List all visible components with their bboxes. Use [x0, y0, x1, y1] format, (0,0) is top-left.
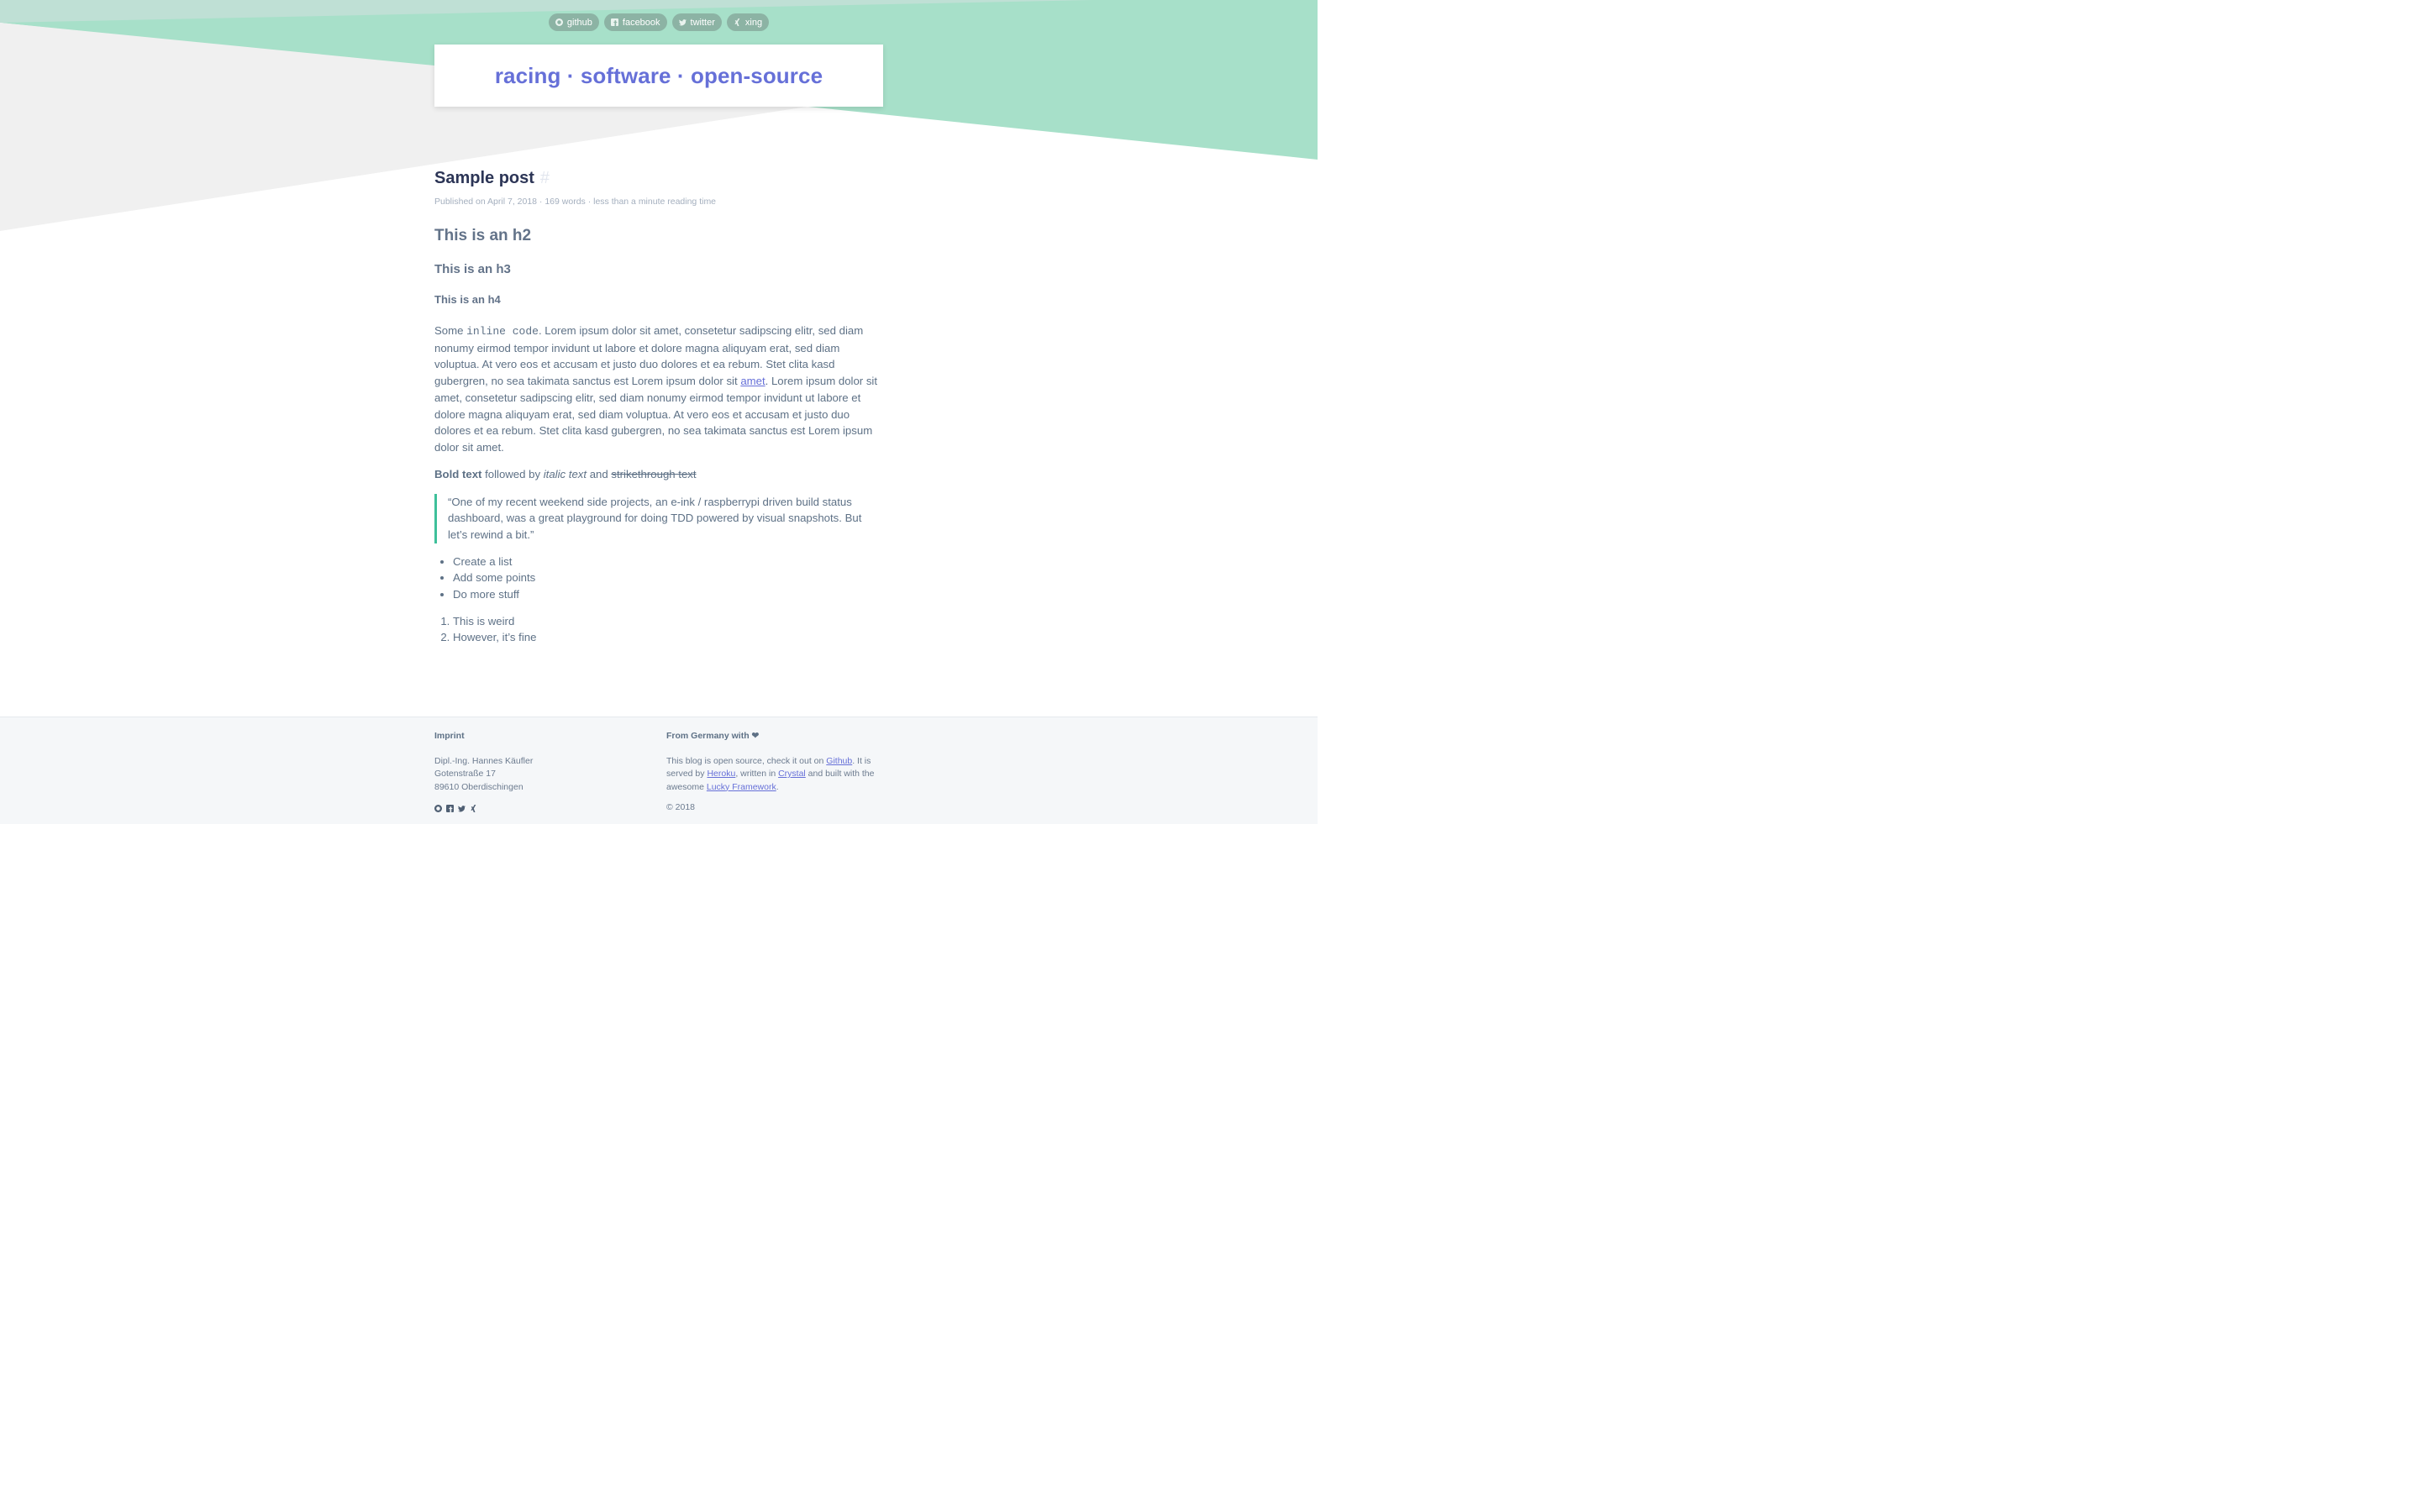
- twitter-icon[interactable]: [458, 805, 466, 812]
- social-link-github[interactable]: github: [548, 13, 599, 31]
- heading-h4: This is an h4: [434, 293, 501, 306]
- social-link-label: twitter: [690, 17, 715, 28]
- address: Dipl.-Ing. Hannes Käufler Gotenstraße 17…: [434, 755, 644, 794]
- site-title[interactable]: racing · software · open-source: [495, 63, 823, 89]
- post-meta: Published on April 7, 2018 · 169 words ·…: [434, 197, 717, 207]
- copyright: © 2018: [666, 801, 696, 812]
- lucky-framework-link[interactable]: Lucky Framework: [707, 782, 776, 792]
- list-item: Create a list: [453, 554, 883, 570]
- heading-h2: This is an h2: [434, 227, 532, 244]
- social-nav: github facebook twitter xing: [0, 13, 1318, 31]
- followed-by-text: followed by: [481, 467, 544, 480]
- post-title-text: Sample post: [434, 169, 534, 187]
- facebook-icon[interactable]: [446, 804, 454, 812]
- list-item: However, it’s fine: [453, 629, 883, 646]
- xing-icon: [734, 18, 740, 26]
- footer-social-icons: [434, 804, 644, 812]
- site-footer: Imprint Dipl.-Ing. Hannes Käufler Gotens…: [0, 717, 1318, 824]
- about-heading: From Germany with ❤: [666, 731, 760, 741]
- blurb-text: , written in: [735, 769, 779, 780]
- numbered-list: This is weird However, it’s fine: [434, 613, 883, 646]
- crystal-link[interactable]: Crystal: [778, 769, 806, 779]
- about-blurb: This blog is open source, check it out o…: [666, 755, 883, 794]
- address-line: Gotenstraße 17: [434, 769, 496, 780]
- github-icon: [555, 18, 563, 26]
- github-icon[interactable]: [434, 804, 442, 812]
- social-link-facebook[interactable]: facebook: [603, 13, 667, 31]
- address-line: 89610 Oberdischingen: [434, 781, 523, 792]
- xing-icon[interactable]: [470, 804, 477, 812]
- social-link-twitter[interactable]: twitter: [671, 13, 722, 31]
- social-link-xing[interactable]: xing: [726, 13, 770, 31]
- post-content: Sample post # Published on April 7, 2018…: [434, 168, 883, 646]
- blockquote: “One of my recent weekend side projects,…: [434, 493, 883, 543]
- post-title: Sample post #: [434, 168, 883, 189]
- site-header: racing · software · open-source: [434, 45, 883, 107]
- blurb-text: .: [776, 781, 779, 792]
- amet-link[interactable]: amet: [740, 375, 765, 387]
- bullet-list: Create a list Add some points Do more st…: [434, 554, 883, 603]
- list-item: Add some points: [453, 570, 883, 586]
- heading-h3: This is an h3: [434, 262, 511, 276]
- anchor-link[interactable]: #: [540, 169, 550, 188]
- social-link-label: xing: [744, 17, 763, 28]
- imprint-section: Imprint Dipl.-Ing. Hannes Käufler Gotens…: [434, 731, 644, 812]
- list-item: This is weird: [453, 613, 883, 630]
- about-section: From Germany with ❤ This blog is open so…: [666, 731, 883, 812]
- imprint-heading: Imprint: [434, 731, 465, 741]
- bold-text: Bold text: [434, 467, 482, 480]
- facebook-icon: [610, 18, 618, 26]
- italic-text: italic text: [543, 467, 587, 480]
- strikethrough-text: strikethrough text: [611, 467, 697, 480]
- formatting-paragraph: Bold text followed by italic text and st…: [434, 466, 883, 483]
- body-paragraph: Some inline code. Lorem ipsum dolor sit …: [434, 323, 883, 456]
- blurb-text: This blog is open source, check it out o…: [666, 756, 827, 766]
- social-link-label: facebook: [622, 17, 660, 28]
- para-prefix: Some: [434, 324, 467, 337]
- twitter-icon: [678, 19, 687, 26]
- inline-code: inline code: [466, 325, 539, 338]
- list-item: Do more stuff: [453, 586, 883, 603]
- github-link[interactable]: Github: [826, 756, 852, 766]
- heroku-link[interactable]: Heroku: [707, 769, 735, 779]
- and-text: and: [587, 467, 612, 480]
- address-line: Dipl.-Ing. Hannes Käufler: [434, 756, 534, 766]
- social-link-label: github: [566, 17, 592, 28]
